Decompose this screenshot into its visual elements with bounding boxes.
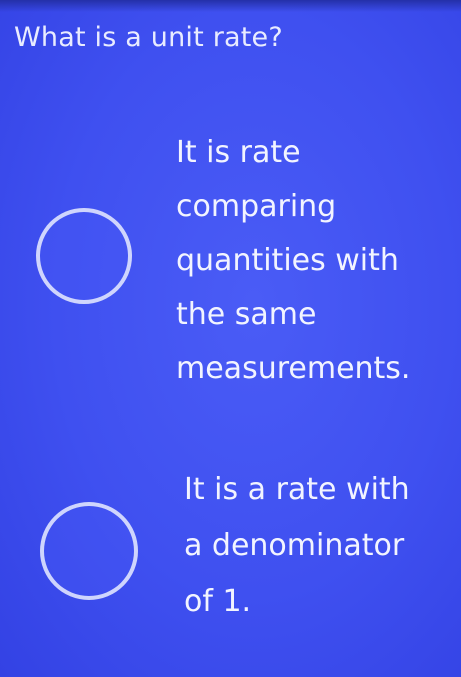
answer-option-1[interactable]: It is rate comparing quantities with the… <box>0 118 461 408</box>
radio-button-option-2[interactable] <box>40 502 138 600</box>
top-edge-shadow <box>0 0 461 12</box>
answer-option-2-label: It is a rate with a denominator of 1. <box>184 472 410 619</box>
answer-option-1-label: It is rate comparing quantities with the… <box>176 135 411 386</box>
radio-button-option-1[interactable] <box>36 208 132 304</box>
question-text: What is a unit rate? <box>14 22 283 53</box>
answer-option-2[interactable]: It is a rate with a denominator of 1. <box>0 458 461 648</box>
